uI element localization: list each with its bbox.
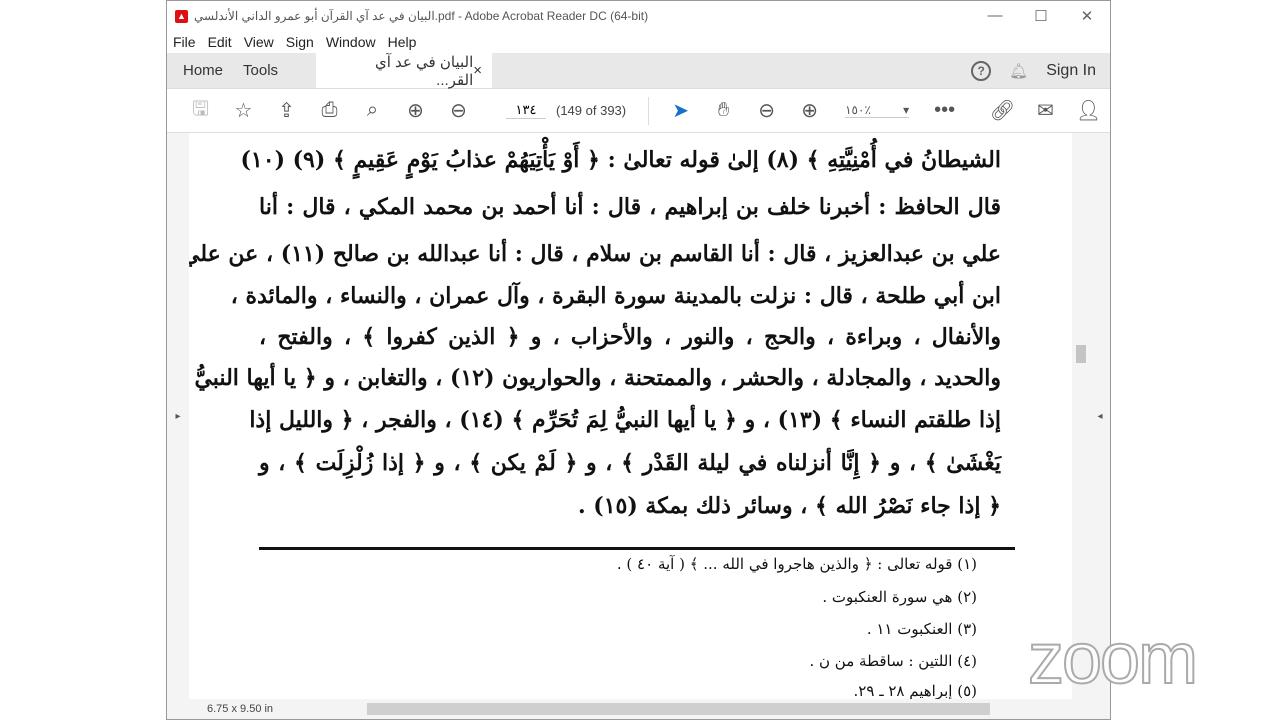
search-icon[interactable]: ⌕ <box>351 99 394 122</box>
page-size: 6.75 x 9.50 in <box>207 703 274 715</box>
footnote: (٢) هي سورة العنكبوت . <box>822 588 977 606</box>
zoom-in-icon[interactable]: ⊕ <box>788 98 831 123</box>
tab-document[interactable]: البيان في عد آي القر... × <box>316 53 493 89</box>
select-cursor-icon[interactable]: ➤ <box>659 98 702 123</box>
star-icon[interactable]: ☆ <box>222 98 265 123</box>
text-line: الشيطانُ في أُمْنِيَّتِهِ ﴾ (٨) إلىٰ قول… <box>240 147 1002 173</box>
save-icon[interactable]: 🖫 <box>179 94 222 128</box>
zoom-value: ١٥٠٪ <box>845 103 871 117</box>
window-title: البيان في عد آي القرآن أبو عمرو الداني ا… <box>194 9 649 23</box>
toolbar: 🖫 ☆ ⇪ ⎙ ⌕ ⊕ ⊖ (149 of 393) ➤ ✋︎ ⊖ ⊕ ١٥٠٪… <box>167 89 1110 133</box>
tab-bar: Home Tools البيان في عد آي القر... × ? 🔔… <box>167 53 1110 89</box>
text-line: إذا طلقتم النساء ﴾ (١٣) ، و ﴿ يا أيها ال… <box>249 407 1001 433</box>
help-icon[interactable]: ? <box>971 60 992 81</box>
more-icon[interactable]: ••• <box>923 99 966 122</box>
menu-sign[interactable]: Sign <box>286 34 314 50</box>
footnote: (٣) العنكبوت ١١ . <box>866 620 977 638</box>
text-line: والأنفال ، وبراءة ، والحج ، والنور ، وال… <box>259 324 1001 350</box>
status-bar: 6.75 x 9.50 in <box>167 699 1110 719</box>
bell-icon[interactable]: 🔔︎ <box>1009 62 1028 80</box>
tab-tools[interactable]: Tools <box>233 53 288 88</box>
menu-file[interactable]: File <box>173 34 196 50</box>
print-icon[interactable]: ⎙ <box>308 99 351 122</box>
maximize-button[interactable]: ☐ <box>1018 7 1064 25</box>
scroll-thumb[interactable] <box>1076 345 1086 363</box>
tab-close-icon[interactable]: × <box>473 62 482 79</box>
document-view: ▸ الشيطانُ في أُمْنِيَّتِهِ ﴾ (٨) إلىٰ ق… <box>167 133 1110 699</box>
text-line: يَغْشَىٰ ﴾ ، و ﴿ إِنَّا أنزلناه في ليلة … <box>259 450 1001 476</box>
next-page-icon[interactable]: ⊖ <box>437 98 480 123</box>
footnote-divider <box>259 547 1015 550</box>
title-bar: ▲ البيان في عد آي القرآن أبو عمرو الداني… <box>167 1 1110 31</box>
text-line: ابن أبي طلحة ، قال : نزلت بالمدينة سورة … <box>230 283 1001 309</box>
zoom-out-icon[interactable]: ⊖ <box>745 98 788 123</box>
zoom-select[interactable]: ١٥٠٪ ▾ <box>845 103 910 118</box>
hand-tool-icon[interactable]: ✋︎ <box>702 99 745 122</box>
close-button[interactable]: ✕ <box>1064 7 1110 25</box>
zoom-watermark-logo: zoom <box>1027 618 1199 700</box>
upload-icon[interactable]: ⇪ <box>265 98 308 123</box>
footnote: (٤) اللتين : ساقطة من ن . <box>809 652 977 670</box>
menu-view[interactable]: View <box>244 34 274 50</box>
footnote: (٥) إبراهيم ٢٨ ـ ٢٩. <box>853 682 977 699</box>
tab-home[interactable]: Home <box>167 53 233 88</box>
add-user-icon[interactable]: 👤︎ <box>1067 98 1110 123</box>
tab-document-label: البيان في عد آي القر... <box>374 53 474 89</box>
left-panel-toggle[interactable]: ▸ <box>167 133 189 699</box>
horizontal-scrollbar[interactable] <box>367 703 990 715</box>
pdf-page: الشيطانُ في أُمْنِيَّتِهِ ﴾ (٨) إلىٰ قول… <box>189 133 1073 699</box>
text-line: ﴿ إذا جاء نَصْرُ الله ﴾ ، وسائر ذلك بمكة… <box>577 493 1001 519</box>
vertical-scrollbar[interactable] <box>1072 133 1090 699</box>
share-link-icon[interactable]: 🔗︎ <box>981 98 1024 123</box>
footnote: (١) قوله تعالى : ﴿ والذين هاجروا في الله… <box>616 555 977 573</box>
acrobat-icon: ▲ <box>175 9 188 23</box>
menu-window[interactable]: Window <box>326 34 376 50</box>
menu-bar: File Edit View Sign Window Help <box>167 31 1110 53</box>
menu-help[interactable]: Help <box>388 34 417 50</box>
prev-page-icon[interactable]: ⊕ <box>394 98 437 123</box>
acrobat-window: ▲ البيان في عد آي القرآن أبو عمرو الداني… <box>166 0 1111 720</box>
chevron-down-icon: ▾ <box>903 103 910 117</box>
page-count: (149 of 393) <box>556 102 627 118</box>
text-line: قال الحافظ : أخبرنا خلف بن إبراهيم ، قال… <box>259 194 1001 220</box>
text-line: علي بن عبدالعزيز ، قال : أنا القاسم بن س… <box>189 241 1001 267</box>
sign-in-button[interactable]: Sign In <box>1046 62 1096 80</box>
page-number-input[interactable] <box>506 102 546 119</box>
divider <box>648 96 650 125</box>
email-icon[interactable]: ✉ <box>1024 98 1067 123</box>
right-panel-toggle[interactable]: ◂ <box>1090 133 1110 699</box>
text-line: والحديد ، والمجادلة ، والحشر ، والممتحنة… <box>194 365 1001 391</box>
minimize-button[interactable]: — <box>972 7 1018 25</box>
menu-edit[interactable]: Edit <box>208 34 232 50</box>
